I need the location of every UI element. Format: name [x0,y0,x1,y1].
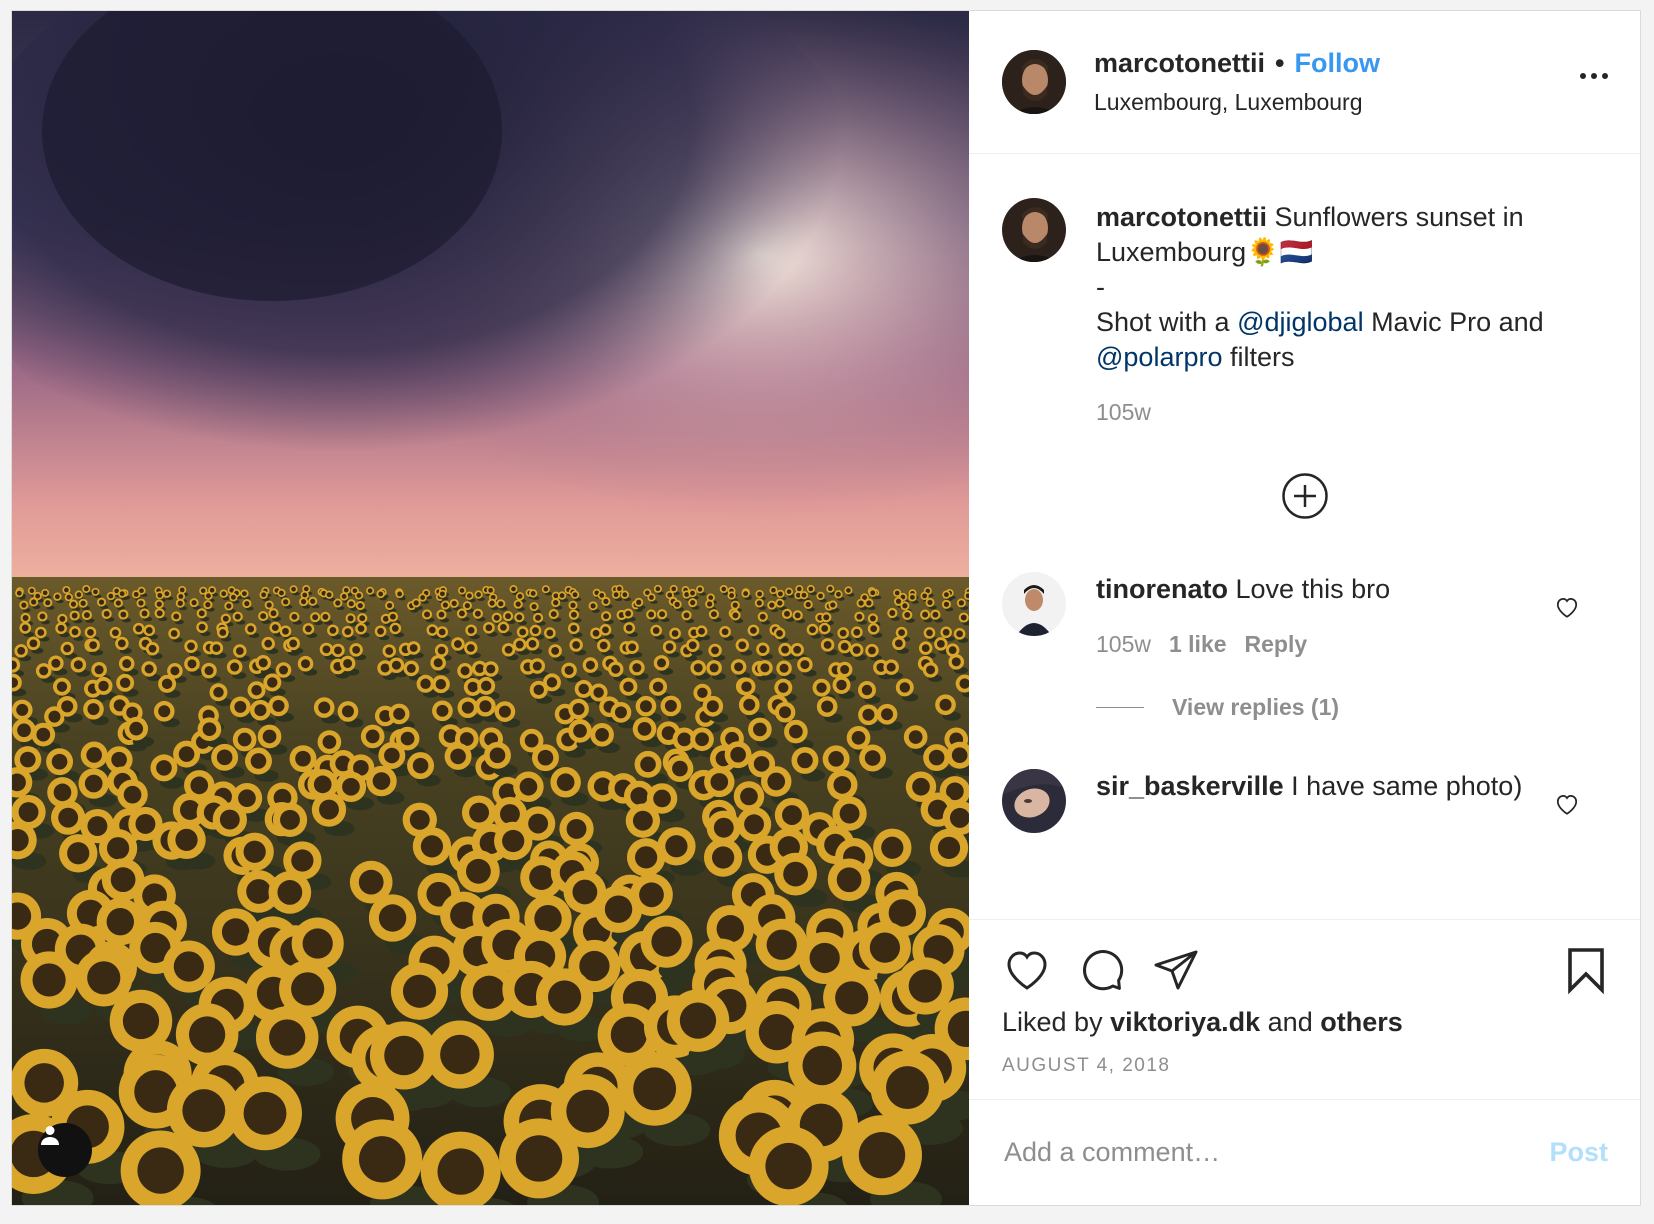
heart-icon[interactable] [1002,946,1052,994]
commenter-avatar[interactable] [1002,769,1066,833]
post-photo[interactable] [12,11,969,1205]
caption-dash: - [1096,272,1105,302]
author-avatar[interactable] [1002,50,1066,114]
caption-text-before: Shot with a [1096,307,1238,337]
more-horizontal-icon[interactable] [1580,73,1608,79]
sunflower-field-image [12,11,969,1205]
comment-text: I have same photo) [1291,771,1523,801]
tagged-users-button[interactable] [38,1123,92,1177]
caption: marcotonettii Sunflowers sunset in Luxem… [1002,198,1608,438]
post-date[interactable]: AUGUST 4, 2018 [1002,1055,1171,1077]
likes-summary: Liked by viktoriya.dk and others [1002,1007,1403,1038]
heart-icon[interactable] [1554,594,1580,620]
caption-text-after: filters [1222,342,1295,372]
mention-polarpro[interactable]: @polarpro [1096,342,1222,372]
reply-button[interactable]: Reply [1245,631,1308,657]
caption-username[interactable]: marcotonettii [1096,202,1267,232]
comment-text: Love this bro [1235,574,1391,604]
bookmark-icon[interactable] [1564,946,1608,994]
comment-item: sir_baskerville I have same photo) [1002,769,1608,859]
heart-icon[interactable] [1554,791,1580,817]
post-comment-button[interactable]: Post [1549,1137,1608,1168]
caption-avatar[interactable] [1002,198,1066,262]
post-location[interactable]: Luxembourg, Luxembourg [1094,89,1380,116]
author-username[interactable]: marcotonettii [1094,48,1265,79]
replies-divider [1096,707,1144,708]
comment-likes[interactable]: 1 like [1169,631,1227,657]
caption-time[interactable]: 105w [1096,395,1548,430]
comments-section: marcotonettii Sunflowers sunset in Luxem… [969,154,1640,919]
view-replies-label: View replies (1) [1172,694,1340,720]
commenter-avatar[interactable] [1002,572,1066,636]
liked-others[interactable]: others [1320,1007,1403,1037]
post-sidebar: marcotonettii • Follow Luxembourg, Luxem… [969,11,1640,1205]
mention-djiglobal[interactable]: @djiglobal [1237,307,1363,337]
share-icon[interactable] [1152,946,1200,994]
liked-middle: and [1260,1007,1321,1037]
comment-username[interactable]: tinorenato [1096,574,1228,604]
plus-circle-icon[interactable] [1281,472,1329,520]
follow-button[interactable]: Follow [1294,48,1379,79]
post-actions: Liked by viktoriya.dk and others AUGUST … [969,919,1640,1099]
liked-user[interactable]: viktoriya.dk [1110,1007,1260,1037]
separator-dot: • [1275,48,1285,78]
comment-username[interactable]: sir_baskerville [1096,771,1284,801]
comment-item: tinorenato Love this bro 105w 1 like Reply… [1002,572,1608,742]
caption-text-middle: Mavic Pro and [1363,307,1544,337]
post-header: marcotonettii • Follow Luxembourg, Luxem… [969,11,1640,154]
view-replies-button[interactable]: View replies (1) [1096,690,1548,725]
comment-input[interactable] [1002,1136,1550,1169]
comment-icon[interactable] [1078,946,1126,994]
user-icon [41,1126,59,1145]
comment-time[interactable]: 105w [1096,631,1151,657]
add-comment-bar: Post [969,1099,1640,1205]
post-modal: marcotonettii • Follow Luxembourg, Luxem… [11,10,1641,1206]
liked-prefix: Liked by [1002,1007,1111,1037]
